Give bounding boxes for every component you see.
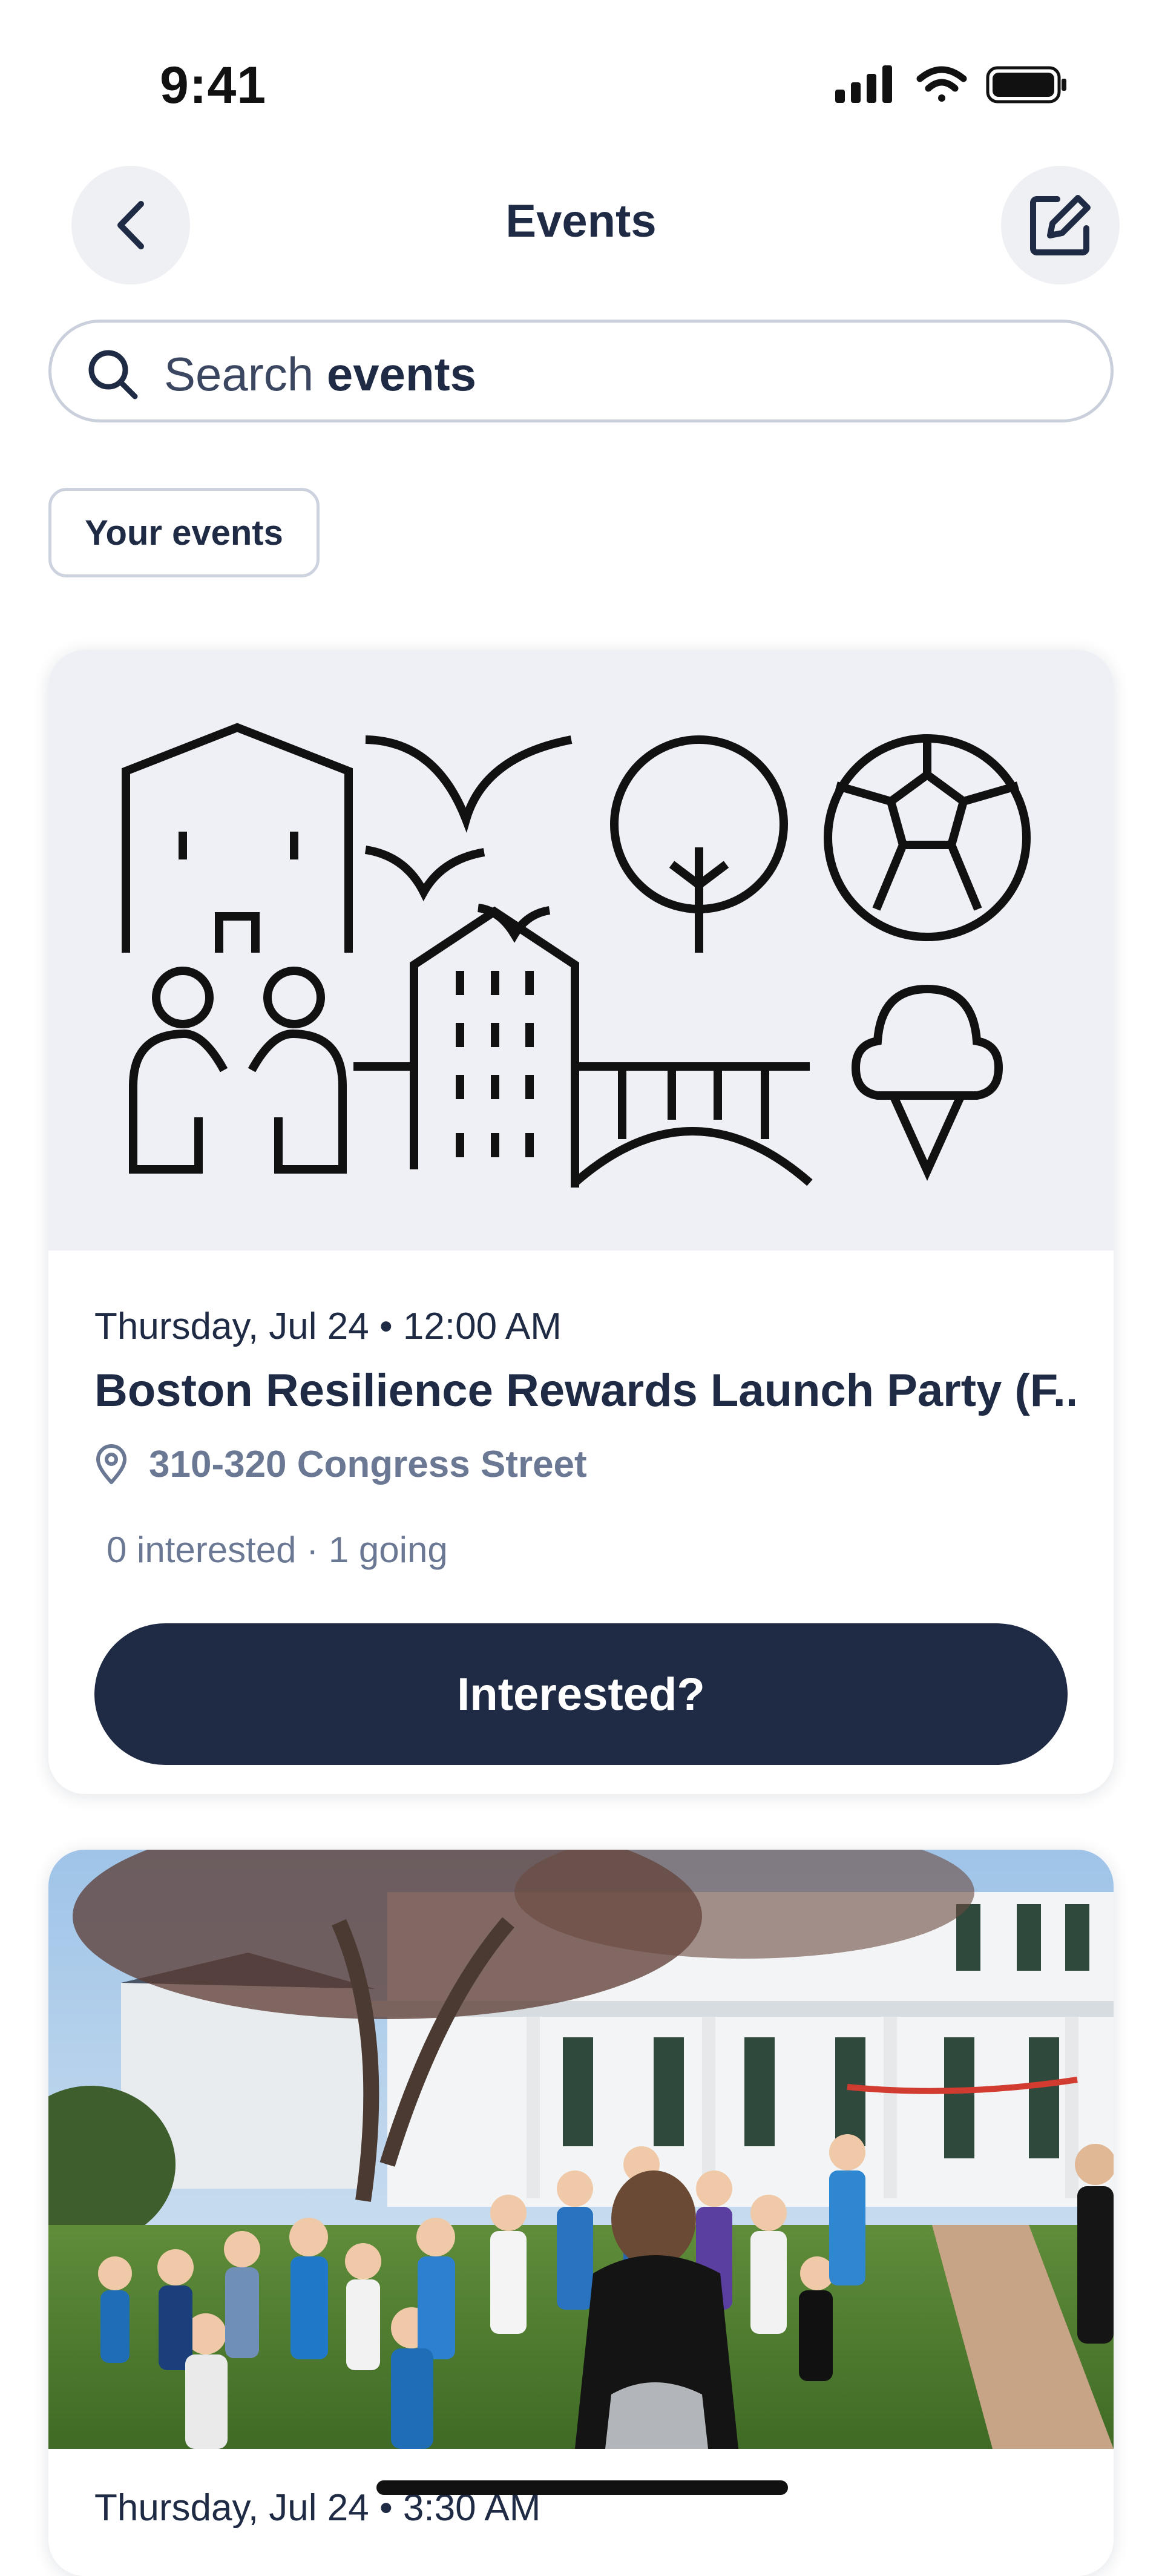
your-events-chip[interactable]: Your events (48, 488, 320, 577)
event-photo (48, 1850, 1114, 2449)
interested-button[interactable]: Interested? (94, 1623, 1068, 1765)
search-icon (88, 350, 138, 399)
battery-icon (986, 66, 1066, 104)
event-location: 310-320 Congress Street (94, 1443, 587, 1486)
edit-icon (1030, 195, 1091, 255)
status-icons (835, 65, 1066, 104)
event-counts: 0 interested · 1 going (107, 1530, 448, 1570)
event-title[interactable]: Boston Resilience Rewards Launch Party (… (94, 1364, 1075, 1417)
compose-button[interactable] (1001, 166, 1120, 284)
wifi-icon (916, 66, 967, 102)
search-placeholder: Search events (164, 347, 476, 401)
location-pin-icon (96, 1444, 126, 1484)
event-card[interactable]: Thursday, Jul 24 • 12:00 AM Boston Resil… (48, 650, 1114, 1794)
signal-icon (835, 65, 892, 103)
status-time: 9:41 (160, 56, 267, 114)
location-text: 310-320 Congress Street (149, 1444, 587, 1485)
search-input[interactable]: Search events (48, 320, 1114, 422)
event-card[interactable]: Thursday, Jul 24 • 3:30 AM (48, 1850, 1114, 2576)
home-indicator (376, 2480, 788, 2495)
event-illustration (48, 650, 1114, 1250)
event-date: Thursday, Jul 24 • 12:00 AM (94, 1306, 562, 1347)
page-title: Events (505, 196, 657, 247)
